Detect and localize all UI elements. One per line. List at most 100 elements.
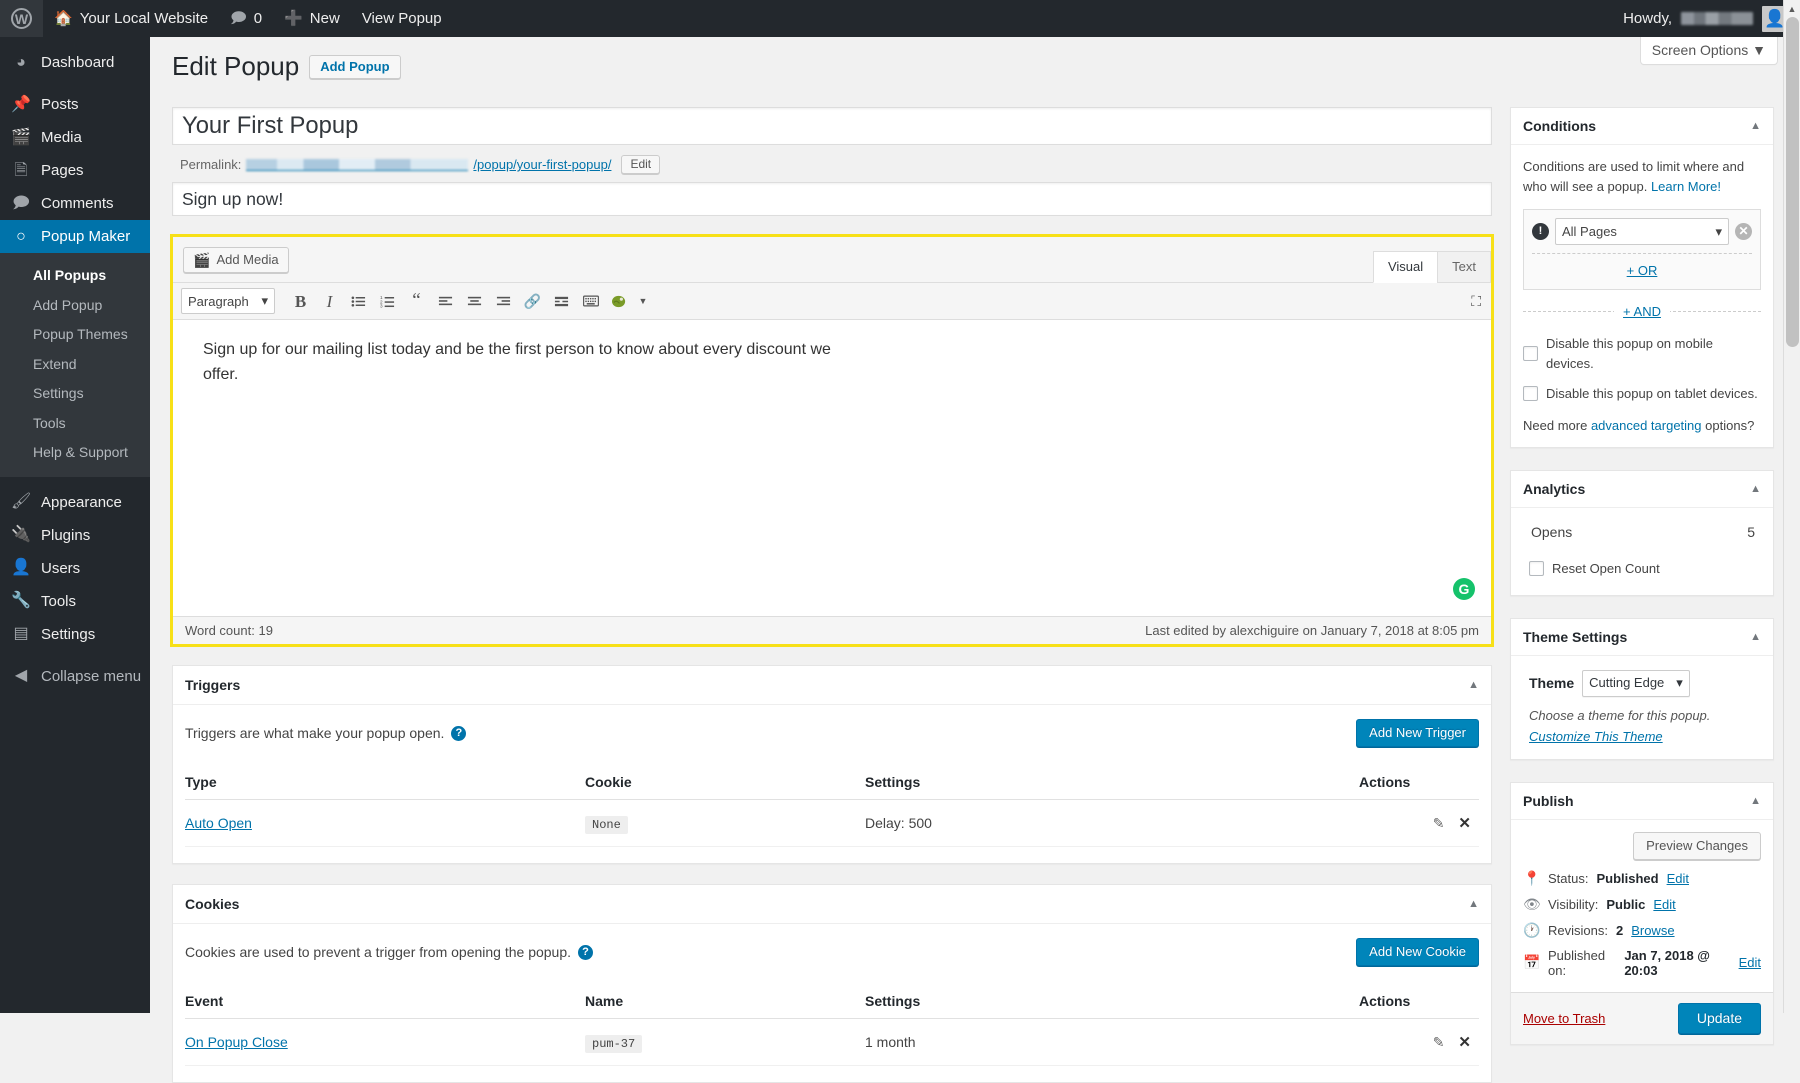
- scrollbar-thumb[interactable]: [1786, 17, 1799, 347]
- conditions-learn-more-link[interactable]: Learn More!: [1651, 179, 1721, 194]
- new-content-menu[interactable]: ➕ New: [273, 0, 351, 37]
- sidebar-item-popup-maker[interactable]: ○ Popup Maker: [0, 220, 150, 253]
- sidebar-item-dashboard[interactable]: ◕ Dashboard: [0, 46, 150, 79]
- popup-subtitle-input[interactable]: [172, 182, 1492, 216]
- preview-changes-button[interactable]: Preview Changes: [1633, 832, 1761, 860]
- delete-x-icon[interactable]: ✕: [1458, 814, 1471, 832]
- add-media-button[interactable]: 🎬 Add Media: [183, 247, 289, 273]
- reset-open-count-checkbox[interactable]: [1529, 561, 1544, 576]
- theme-settings-toggle-icon[interactable]: ▲: [1750, 631, 1761, 643]
- insert-link-icon[interactable]: 🔗: [519, 288, 546, 314]
- sidebar-item-media[interactable]: 🎬 Media: [0, 121, 150, 154]
- tab-visual[interactable]: Visual: [1373, 251, 1438, 283]
- conditions-header[interactable]: Conditions ▲: [1511, 108, 1773, 145]
- status-edit-link[interactable]: Edit: [1667, 871, 1689, 886]
- color-picker-icon[interactable]: [606, 288, 633, 314]
- publish-toggle-icon[interactable]: ▲: [1750, 795, 1761, 807]
- add-and-link[interactable]: + AND: [1623, 304, 1661, 319]
- popup-title-input[interactable]: [172, 107, 1492, 145]
- visibility-edit-link[interactable]: Edit: [1653, 897, 1675, 912]
- sidebar-item-users[interactable]: 👤 Users: [0, 552, 150, 585]
- add-popup-button[interactable]: Add Popup: [309, 55, 400, 79]
- comments-menu[interactable]: 🗩 0: [219, 0, 273, 37]
- published-edit-link[interactable]: Edit: [1739, 955, 1761, 970]
- bold-icon[interactable]: B: [287, 288, 314, 314]
- view-popup-menu[interactable]: View Popup: [351, 0, 453, 37]
- cookie-event-link[interactable]: On Popup Close: [185, 1034, 288, 1050]
- sidebar-item-settings[interactable]: ▤ Settings: [0, 618, 150, 651]
- conditions-toggle-icon[interactable]: ▲: [1750, 120, 1761, 132]
- trigger-type-link[interactable]: Auto Open: [185, 815, 252, 831]
- analytics-header[interactable]: Analytics ▲: [1511, 471, 1773, 508]
- fullscreen-icon[interactable]: ⛶: [1471, 293, 1481, 310]
- editor-content-area[interactable]: Sign up for our mailing list today and b…: [173, 320, 1491, 616]
- tab-text[interactable]: Text: [1437, 251, 1491, 283]
- site-name-menu[interactable]: 🏠 Your Local Website: [43, 0, 219, 37]
- triggers-postbox: Triggers ▲ Triggers are what make your p…: [172, 665, 1492, 864]
- condition-select[interactable]: All Pages ▾: [1555, 218, 1729, 245]
- sidebar-item-plugins[interactable]: 🔌 Plugins: [0, 519, 150, 552]
- sidebar-item-comments[interactable]: 🗩 Comments: [0, 187, 150, 220]
- submenu-item-settings[interactable]: Settings: [0, 379, 150, 409]
- add-new-trigger-button[interactable]: Add New Trigger: [1356, 719, 1479, 747]
- sidebar-item-tools[interactable]: 🔧 Tools: [0, 585, 150, 618]
- read-more-icon[interactable]: [548, 288, 575, 314]
- sidebar-item-appearance[interactable]: 🖌 Appearance: [0, 486, 150, 519]
- exclamation-icon[interactable]: !: [1532, 223, 1549, 240]
- align-left-icon[interactable]: [432, 288, 459, 314]
- submenu-item-add-popup[interactable]: Add Popup: [0, 291, 150, 321]
- customize-theme-link[interactable]: Customize This Theme: [1529, 729, 1663, 744]
- editor-footer: Word count: 19 Last edited by alexchigui…: [173, 616, 1491, 644]
- align-center-icon[interactable]: [461, 288, 488, 314]
- table-row: Auto Open None Delay: 500 ✎ ✕: [185, 800, 1479, 847]
- sidebar-item-collapse-menu[interactable]: ◀ Collapse menu: [0, 660, 150, 693]
- color-picker-chevron-icon[interactable]: ▼: [635, 288, 651, 314]
- remove-condition-icon[interactable]: ✕: [1735, 223, 1752, 240]
- screen-options-button[interactable]: Screen Options ▼: [1640, 37, 1778, 65]
- update-button[interactable]: Update: [1678, 1003, 1761, 1034]
- permalink-slug[interactable]: /popup/your-first-popup/: [473, 157, 611, 172]
- align-right-icon[interactable]: [490, 288, 517, 314]
- paragraph-format-select[interactable]: Paragraph ▾: [181, 288, 275, 314]
- cookies-header[interactable]: Cookies ▲: [173, 885, 1491, 924]
- help-icon[interactable]: ?: [578, 945, 593, 960]
- advanced-targeting-link[interactable]: advanced targeting: [1591, 418, 1702, 433]
- wp-logo-menu[interactable]: W: [0, 0, 43, 37]
- cookies-toggle-icon[interactable]: ▲: [1468, 898, 1479, 910]
- theme-select[interactable]: Cutting Edge ▾: [1582, 670, 1690, 697]
- sidebar-label-comments: Comments: [41, 195, 114, 212]
- italic-icon[interactable]: I: [316, 288, 343, 314]
- submenu-item-extend[interactable]: Extend: [0, 350, 150, 380]
- toolbar-toggle-icon[interactable]: [577, 288, 604, 314]
- disable-tablet-checkbox[interactable]: [1523, 386, 1538, 401]
- sidebar-item-pages[interactable]: 🗎 Pages: [0, 154, 150, 187]
- analytics-toggle-icon[interactable]: ▲: [1750, 483, 1761, 495]
- site-name-label: Your Local Website: [80, 10, 208, 27]
- numbered-list-icon[interactable]: 123: [374, 288, 401, 314]
- permalink-label: Permalink:: [180, 157, 241, 172]
- submenu-item-all-popups[interactable]: All Popups: [0, 261, 150, 291]
- permalink-edit-button[interactable]: Edit: [621, 155, 660, 174]
- submenu-item-help-support[interactable]: Help & Support: [0, 438, 150, 468]
- blockquote-icon[interactable]: “: [403, 288, 430, 314]
- edit-pencil-icon[interactable]: ✎: [1433, 1034, 1445, 1051]
- disable-mobile-checkbox[interactable]: [1523, 346, 1538, 361]
- help-icon[interactable]: ?: [451, 726, 466, 741]
- theme-settings-header[interactable]: Theme Settings ▲: [1511, 619, 1773, 656]
- edit-pencil-icon[interactable]: ✎: [1433, 815, 1445, 832]
- bulleted-list-icon[interactable]: [345, 288, 372, 314]
- triggers-toggle-icon[interactable]: ▲: [1468, 679, 1479, 691]
- grammarly-icon[interactable]: G: [1453, 578, 1475, 600]
- submenu-item-popup-themes[interactable]: Popup Themes: [0, 320, 150, 350]
- triggers-header[interactable]: Triggers ▲: [173, 666, 1491, 705]
- my-account-menu[interactable]: Howdy, 👤: [1613, 0, 1800, 37]
- delete-x-icon[interactable]: ✕: [1458, 1033, 1471, 1051]
- sidebar-item-posts[interactable]: 📌 Posts: [0, 88, 150, 121]
- add-or-link[interactable]: + OR: [1627, 263, 1658, 278]
- page-scrollbar[interactable]: ▲: [1783, 0, 1800, 1013]
- publish-header[interactable]: Publish ▲: [1511, 783, 1773, 820]
- revisions-browse-link[interactable]: Browse: [1631, 923, 1674, 938]
- submenu-item-tools[interactable]: Tools: [0, 409, 150, 439]
- scroll-up-arrow-icon[interactable]: ▲: [1784, 0, 1800, 17]
- add-new-cookie-button[interactable]: Add New Cookie: [1356, 938, 1479, 966]
